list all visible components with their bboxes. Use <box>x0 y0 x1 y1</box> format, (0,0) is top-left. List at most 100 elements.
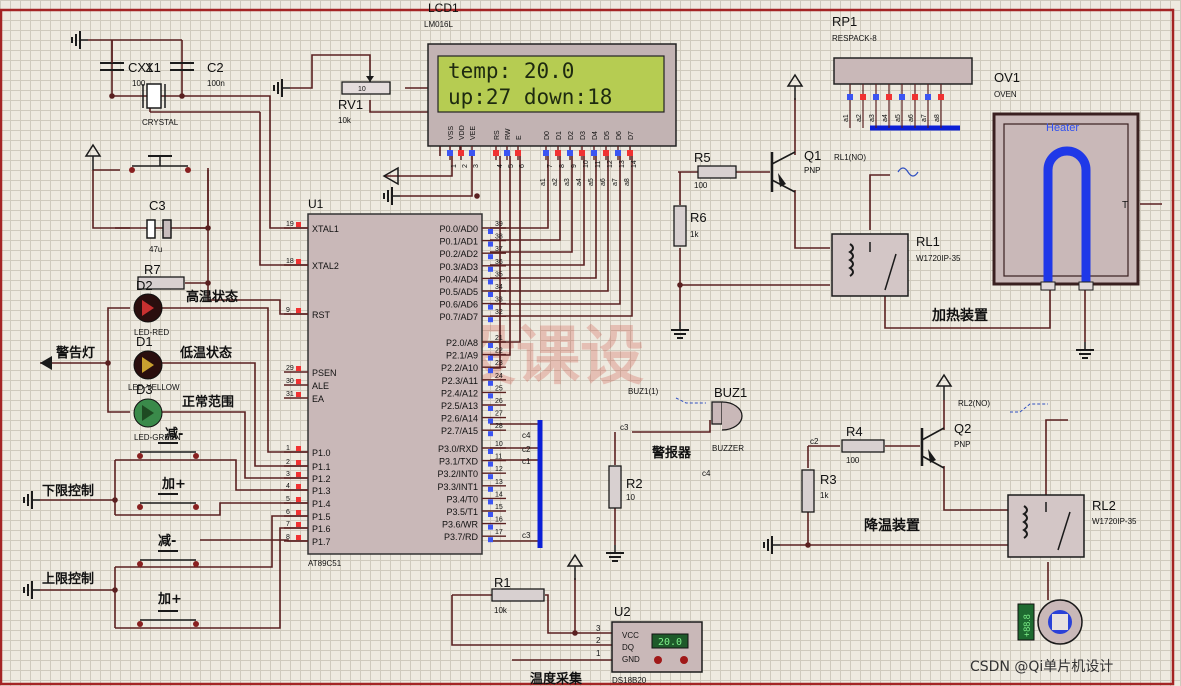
mcu-pin-number: 23 <box>495 360 503 367</box>
mcu-pin-marker <box>488 461 493 467</box>
mcu-pin-label: P0.1/AD1 <box>439 237 478 247</box>
mcu-pin-number: 7 <box>286 521 290 528</box>
oven-ov1: OV1 OVEN Heater T <box>992 70 1140 291</box>
mcu-pin-label: PSEN <box>312 368 337 378</box>
rp1-net-label: a5 <box>895 114 902 122</box>
mcu-pin-label: P3.5/T1 <box>446 507 478 517</box>
net-c3-buzzer: c3 <box>620 423 629 432</box>
rv1-value: 10k <box>338 116 352 125</box>
lcd-pin-label: RW <box>505 128 512 140</box>
lcd-pin-number: 3 <box>473 164 480 168</box>
button-lower-plus <box>137 493 199 510</box>
lcd-pin-marker <box>515 150 521 156</box>
mcu-pin-marker <box>296 446 301 451</box>
mcu-pin-marker <box>296 460 301 465</box>
rl2-value: W1720IP-35 <box>1092 517 1137 526</box>
mcu-pin-label: P2.1/A9 <box>446 351 478 361</box>
mcu-pin-label: P1.1 <box>312 462 331 472</box>
mcu-pin-number: 28 <box>495 423 503 430</box>
lcd-pin-marker <box>603 150 609 156</box>
rp1-pin-marker <box>847 94 853 100</box>
q2-value: PNP <box>954 440 970 449</box>
mcu-pin-number: 6 <box>286 509 290 516</box>
mcu-pin-number: 37 <box>495 246 503 253</box>
mcu-pin-number: 1 <box>286 445 290 452</box>
lcd-pin-label: E <box>516 135 523 140</box>
net-label-a: a6 <box>600 178 607 186</box>
rl1-value: W1720IP-35 <box>916 254 961 263</box>
mcu-pin-number: 32 <box>495 309 503 316</box>
mcu-pin-marker <box>488 499 493 505</box>
lcd-pin-marker <box>493 150 499 156</box>
mcu-pin-number: 5 <box>286 496 290 503</box>
label-upper-plus: 加+ <box>157 592 182 607</box>
rl1-ref: RL1 <box>916 234 940 249</box>
mcu-pin-label: P0.7/AD7 <box>439 312 478 322</box>
mcu-pin-label: XTAL1 <box>312 224 339 234</box>
lcd-pin-number: 6 <box>519 164 526 168</box>
mcu-pin-marker <box>488 380 493 386</box>
label-alarm: 警报器 <box>652 445 692 461</box>
lcd-pin-label: D0 <box>544 131 551 140</box>
lcd-pin-label: D4 <box>592 131 599 140</box>
rp1-net-label: a7 <box>921 114 928 122</box>
lcd-pin-label: VDD <box>459 125 466 140</box>
lcd-model: LM016L <box>424 20 453 29</box>
mcu-pin-number: 38 <box>495 234 503 241</box>
label-lower-plus: 加+ <box>161 477 186 492</box>
rp1-pin-marker <box>938 94 944 100</box>
button-lower-minus <box>137 442 199 459</box>
cooling-drive: R4 100 Q2 PNP RL2(NO) R3 1k RL2 W1720IP-… <box>801 399 1137 645</box>
net-c2-q2: c2 <box>810 437 819 446</box>
mcu-pin-label: RST <box>312 310 331 320</box>
mcu-pin-number: 24 <box>495 373 503 380</box>
lcd-pin-label: RS <box>494 130 501 140</box>
mcu-pin-marker <box>488 343 493 348</box>
lcd-pin-marker <box>591 150 597 156</box>
mcu-pin-label: P0.6/AD6 <box>439 300 478 310</box>
mcu-pin-label: P1.7 <box>312 537 331 547</box>
mcu-pin-marker <box>488 449 493 454</box>
mcu-pin-label: P3.4/T0 <box>446 494 478 504</box>
button-upper-plus <box>137 610 199 627</box>
mcu-pin-number: 19 <box>286 221 294 228</box>
reset-section: C3 47u R7 <box>129 155 191 290</box>
d1-ref: D1 <box>136 334 153 349</box>
mcu-pin-marker <box>488 279 493 285</box>
lcd-pin-number: 10 <box>583 160 590 168</box>
mcu-pin-label: P3.7/RD <box>444 532 479 542</box>
label-temp-acq: 温度采集 <box>530 671 583 686</box>
mcu-pin-number: 17 <box>495 529 503 536</box>
mcu-pin-marker <box>488 241 493 247</box>
mcu-pin-label: P0.4/AD4 <box>439 274 478 284</box>
mcu-pin-marker <box>488 292 493 297</box>
mcu-pin-number: 34 <box>495 284 503 291</box>
mcu-pin-number: 22 <box>495 348 503 355</box>
u2-value: DS18B20 <box>612 676 647 685</box>
mcu-pin-label: P2.2/A10 <box>441 363 478 373</box>
q1-value: PNP <box>804 166 820 175</box>
mcu-pin-marker <box>296 535 301 540</box>
mcu-pin-label: P1.0 <box>312 448 331 458</box>
lcd-pin-number: 8 <box>559 164 566 168</box>
rl1-probe: RL1(NO) <box>834 153 866 162</box>
lcd-pin-number: 2 <box>462 164 469 168</box>
ov1-value: OVEN <box>994 90 1017 99</box>
r4-value: 100 <box>846 456 860 465</box>
lcd-pin-label: VEE <box>470 126 477 140</box>
rp1-pin-marker <box>925 94 931 100</box>
r2-value: 10 <box>626 493 635 502</box>
schematic-canvas: 毕设课设 LCD1 LM016L temp: 20.0 up:27 down:1… <box>0 1 1175 686</box>
mcu-pin-marker <box>488 537 493 543</box>
lcd-pin-marker <box>615 150 621 156</box>
mcu-u1: U1 AT89C51 XTAL119XTAL218RST9PSEN29ALE30… <box>284 197 506 568</box>
mcu-pin-marker <box>296 522 301 527</box>
mcu-pin-marker <box>488 406 493 411</box>
lcd-pin-marker <box>504 150 510 156</box>
label-upper-limit: 上限控制 <box>42 571 94 587</box>
mcu-pin-marker <box>296 259 301 264</box>
c2-value: 100n <box>207 79 225 88</box>
label-high-temp: 高温状态 <box>186 289 238 305</box>
rp1-net-label: a4 <box>882 114 889 122</box>
lcd-line-1: temp: 20.0 <box>448 59 574 83</box>
